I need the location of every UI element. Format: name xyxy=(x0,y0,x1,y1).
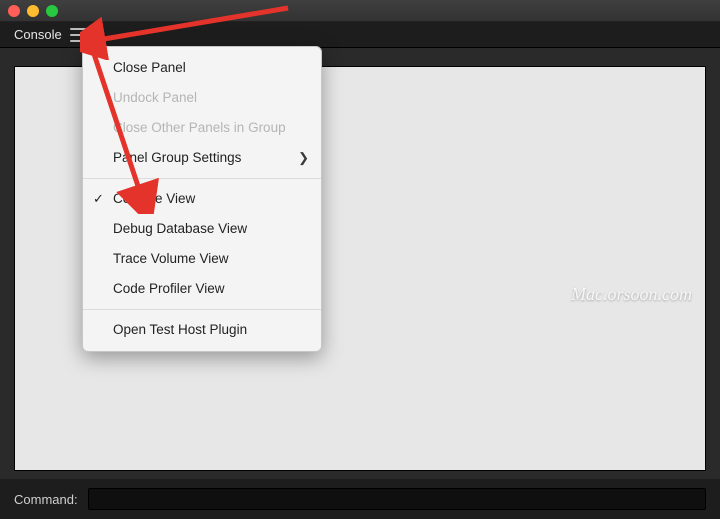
menu-item-close-other-panels: Close Other Panels in Group xyxy=(83,113,321,143)
menu-item-console-view[interactable]: ✓ Console View xyxy=(83,184,321,214)
traffic-light-maximize-icon[interactable] xyxy=(46,5,58,17)
menu-item-open-test-host-plugin[interactable]: Open Test Host Plugin xyxy=(83,315,321,345)
menu-item-panel-group-settings[interactable]: Panel Group Settings ❯ xyxy=(83,143,321,173)
menu-separator xyxy=(83,178,321,179)
checkmark-icon: ✓ xyxy=(93,190,104,208)
panel-header: Console xyxy=(0,22,720,48)
menu-item-label: Debug Database View xyxy=(113,221,247,236)
command-bar: Command: xyxy=(0,479,720,519)
menu-item-label: Close Other Panels in Group xyxy=(113,120,286,135)
menu-item-label: Trace Volume View xyxy=(113,251,229,266)
menu-item-label: Close Panel xyxy=(113,60,186,75)
traffic-light-minimize-icon[interactable] xyxy=(27,5,39,17)
menu-item-trace-volume-view[interactable]: Trace Volume View xyxy=(83,244,321,274)
menu-separator xyxy=(83,309,321,310)
menu-item-code-profiler-view[interactable]: Code Profiler View xyxy=(83,274,321,304)
watermark-text: Mac.orsoon.com xyxy=(571,284,692,305)
menu-item-undock-panel: Undock Panel xyxy=(83,83,321,113)
submenu-chevron-icon: ❯ xyxy=(298,149,309,167)
panel-title: Console xyxy=(14,27,62,42)
menu-item-label: Panel Group Settings xyxy=(113,150,241,165)
command-input[interactable] xyxy=(88,488,706,510)
menu-item-label: Code Profiler View xyxy=(113,281,225,296)
menu-item-close-panel[interactable]: Close Panel xyxy=(83,53,321,83)
traffic-light-close-icon[interactable] xyxy=(8,5,20,17)
panel-menu-icon[interactable] xyxy=(70,28,86,42)
menu-item-debug-database-view[interactable]: Debug Database View xyxy=(83,214,321,244)
window-titlebar xyxy=(0,0,720,22)
menu-item-label: Undock Panel xyxy=(113,90,197,105)
panel-context-menu: Close Panel Undock Panel Close Other Pan… xyxy=(82,46,322,352)
command-label: Command: xyxy=(14,492,78,507)
menu-item-label: Console View xyxy=(113,191,195,206)
menu-item-label: Open Test Host Plugin xyxy=(113,322,247,337)
